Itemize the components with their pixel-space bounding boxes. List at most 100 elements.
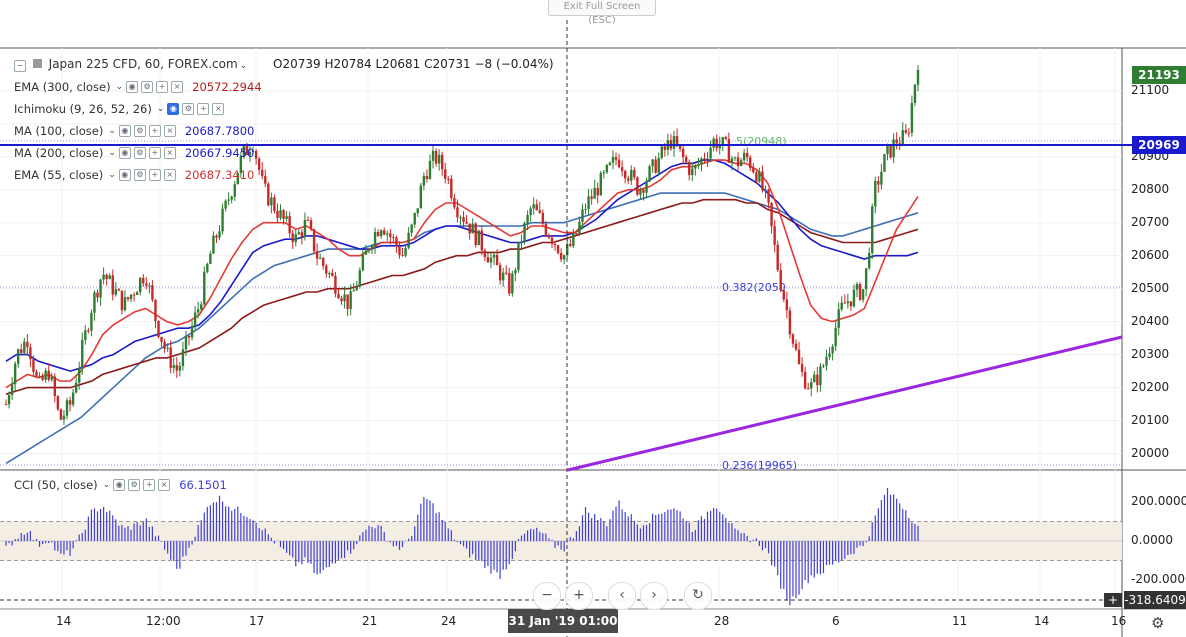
candle-body [315,251,319,259]
candle-body [785,299,789,311]
close-icon[interactable]: × [158,479,171,491]
add-alert-icon[interactable]: + [1104,593,1122,607]
price-axis-label: 21100 [1131,82,1170,97]
gear-icon[interactable]: ⚙ [128,479,141,491]
plus-icon[interactable]: + [148,169,161,181]
candle-body [10,384,14,396]
fib-label: 0.236(19965) [722,459,797,472]
candle-body [29,347,32,360]
candle-body [78,367,81,383]
candle-body [102,274,105,280]
candle-body [370,246,374,250]
indicator-label: EMA (55, close) [14,168,104,182]
candle-body [810,382,813,389]
close-icon[interactable]: × [171,81,184,93]
candle-body [907,132,911,134]
plus-icon[interactable]: + [148,125,161,137]
close-icon[interactable]: × [163,147,176,159]
zoom-out-button[interactable]: − [533,582,561,610]
ichimoku-legend[interactable]: Ichimoku (9, 26, 52, 26) ⌄ ◉ ⚙ + × [14,102,225,116]
candle-body [727,139,731,163]
candle-body [864,268,868,290]
close-icon[interactable]: × [163,125,176,137]
candle-body [139,277,142,293]
symbol-header[interactable]: − Japan 225 CFD, 60, FOREX.com ⌄ O20739 H… [14,57,554,72]
exit-fullscreen-button[interactable]: Exit Full Screen (ESC) [548,0,656,26]
cci-legend[interactable]: CCI (50, close) ⌄ ◉ ⚙ + × 66.1501 [14,478,227,492]
chevron-down-icon[interactable]: ⌄ [157,104,165,114]
candle-body [422,175,426,186]
chevron-down-icon[interactable]: ⌄ [108,126,116,136]
eye-icon[interactable]: ◉ [167,103,180,115]
close-icon[interactable]: × [163,169,176,181]
candle-body [413,213,416,225]
gear-icon[interactable]: ⚙ [182,103,195,115]
candle-body [874,181,877,207]
scroll-right-button[interactable]: › [640,582,668,610]
plus-icon[interactable]: + [148,147,161,159]
candle-body [87,330,90,332]
chevron-down-icon[interactable]: ⌄ [116,82,124,92]
close-icon[interactable]: × [212,103,225,115]
candle-body [407,232,410,248]
candle-body [322,258,325,266]
eye-icon[interactable]: ◉ [118,169,131,181]
candle-body [309,220,313,230]
chevron-down-icon[interactable]: ⌄ [103,480,111,490]
settings-gear-icon[interactable]: ⚙ [1151,614,1164,632]
ma-200-legend[interactable]: MA (200, close) ⌄ ◉ ⚙ + × 20667.9450 [14,146,254,160]
scroll-left-button[interactable]: ‹ [608,582,636,610]
candle-body [267,183,270,206]
candle-body [389,233,392,238]
candle-body [221,208,224,232]
eye-icon[interactable]: ◉ [126,81,139,93]
candle-body [492,254,496,258]
candle-body [328,273,331,275]
ema-300-legend[interactable]: EMA (300, close) ⌄ ◉ ⚙ + × 20572.2944 [14,80,262,94]
candle-body [703,158,706,160]
eye-icon[interactable]: ◉ [118,147,131,159]
reset-chart-button[interactable]: ↻ [684,582,712,610]
gear-icon[interactable]: ⚙ [141,81,154,93]
chevron-down-icon[interactable]: ⌄ [240,61,248,71]
candle-body [47,370,50,380]
candle-body [373,232,377,247]
indicator-value: 20687.7800 [184,124,255,138]
candle-body [752,168,755,173]
chevron-down-icon[interactable]: ⌄ [108,148,116,158]
symbol-name[interactable]: Japan 225 CFD, 60, FOREX.com [49,57,238,71]
collapse-icon[interactable]: − [14,60,26,72]
candle-body [428,160,432,180]
plus-icon[interactable]: + [197,103,210,115]
plus-icon[interactable]: + [143,479,156,491]
candle-body [456,207,459,218]
cci-axis-label: -200.0000 [1131,572,1186,586]
gear-icon[interactable]: ⚙ [133,147,146,159]
chart-canvas[interactable]: 5(20948) 0.382(2050 0.236(19965) [0,0,1186,637]
ma-100-legend[interactable]: MA (100, close) ⌄ ◉ ⚙ + × 20687.7800 [14,124,254,138]
candle-body [523,223,526,242]
candle-body [660,146,663,158]
candle-body [477,230,480,246]
candle-body [190,325,194,338]
candle-body [547,234,551,238]
ema-55-legend[interactable]: EMA (55, close) ⌄ ◉ ⚙ + × 20687.3410 [14,168,254,182]
candle-body [782,290,785,300]
plus-icon[interactable]: + [156,81,169,93]
eye-icon[interactable]: ◉ [118,125,131,137]
gear-icon[interactable]: ⚙ [133,169,146,181]
candle-body [44,370,47,380]
candle-body [697,164,700,166]
candle-body [511,273,514,294]
chevron-down-icon[interactable]: ⌄ [108,170,116,180]
candle-body [114,289,118,295]
eye-icon[interactable]: ◉ [113,479,126,491]
candle-body [13,363,17,385]
candle-body [779,270,782,291]
candle-body [645,181,648,193]
candle-body [169,347,172,368]
gear-icon[interactable]: ⚙ [133,125,146,137]
zoom-in-button[interactable]: + [565,582,593,610]
candle-body [508,273,511,294]
candle-body [816,374,819,386]
